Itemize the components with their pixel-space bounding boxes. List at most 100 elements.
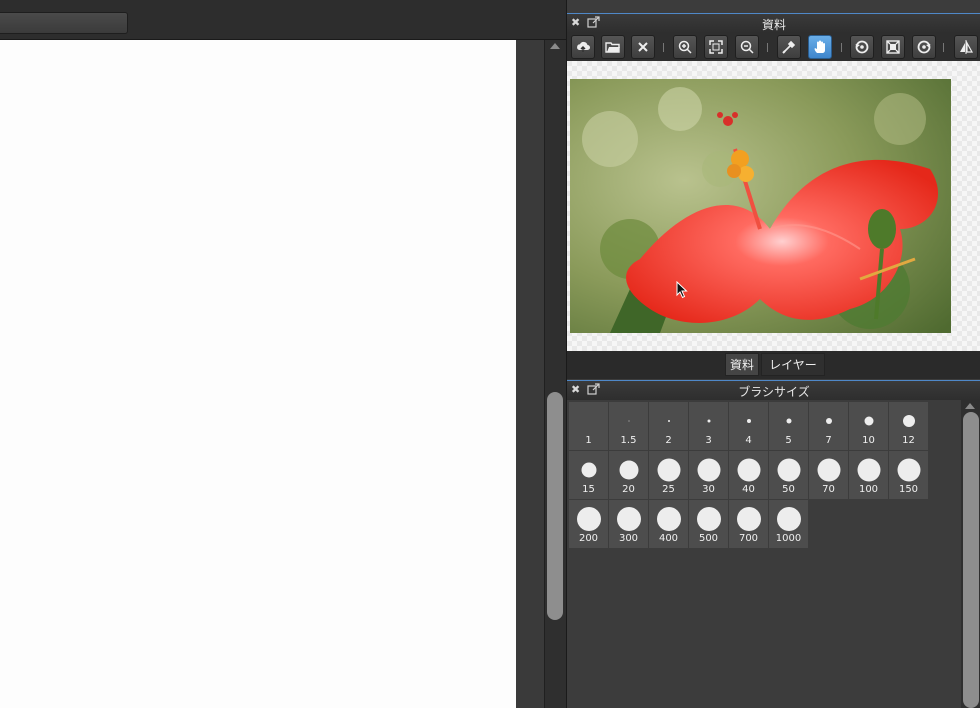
reference-image-viewer[interactable] bbox=[567, 61, 980, 351]
brush-size-15[interactable]: 15 bbox=[569, 451, 608, 499]
brush-size-50[interactable]: 50 bbox=[769, 451, 808, 499]
reference-panel-title: 資料 bbox=[761, 18, 786, 32]
brush-preview-dot bbox=[657, 458, 680, 482]
brush-size-label: 50 bbox=[782, 484, 795, 495]
brush-size-40[interactable]: 40 bbox=[729, 451, 768, 499]
brush-preview-dot bbox=[736, 507, 761, 531]
brush-preview-dot bbox=[864, 416, 873, 426]
brush-size-label: 1000 bbox=[775, 533, 802, 544]
folder-open-button[interactable] bbox=[601, 35, 625, 59]
rotate-left-button[interactable] bbox=[850, 35, 874, 59]
brush-preview-dot bbox=[737, 458, 760, 482]
cloud-upload-icon bbox=[577, 41, 590, 52]
brush-size-label: 100 bbox=[858, 484, 879, 495]
tab-layer[interactable]: レイヤー bbox=[761, 353, 825, 376]
brush-size-4[interactable]: 4 bbox=[729, 402, 768, 450]
brush-size-label: 5 bbox=[785, 435, 792, 446]
brush-size-label: 400 bbox=[658, 533, 679, 544]
brush-size-25[interactable]: 25 bbox=[649, 451, 688, 499]
fit-screen-icon bbox=[709, 40, 723, 54]
brush-size-7[interactable]: 7 bbox=[809, 402, 848, 450]
brush-size-label: 1.5 bbox=[620, 435, 637, 446]
zoom-in-button[interactable] bbox=[673, 35, 697, 59]
cloud-upload-button[interactable] bbox=[571, 35, 595, 59]
brush-size-300[interactable]: 300 bbox=[609, 500, 648, 548]
scrollbar-thumb[interactable] bbox=[963, 412, 979, 708]
scroll-up-arrow-icon[interactable] bbox=[965, 403, 975, 409]
brush-size-500[interactable]: 500 bbox=[689, 500, 728, 548]
brush-size-label: 700 bbox=[738, 533, 759, 544]
brush-size-grid: 1 1.5 2 3 4 5 7 10 12 15 20 25 30 40 50 70 100 150 200 300 4… bbox=[567, 400, 961, 708]
zoom-out-button[interactable] bbox=[735, 35, 759, 59]
hibiscus-photo bbox=[570, 79, 951, 333]
brush-size-label: 200 bbox=[578, 533, 599, 544]
reference-toolbar bbox=[567, 33, 980, 61]
brush-size-label: 25 bbox=[662, 484, 675, 495]
brush-size-1000[interactable]: 1000 bbox=[769, 500, 808, 548]
brush-size-700[interactable]: 700 bbox=[729, 500, 768, 548]
scrollbar-thumb[interactable] bbox=[547, 392, 563, 620]
brush-size-20[interactable]: 20 bbox=[609, 451, 648, 499]
brush-preview-dot bbox=[857, 458, 880, 482]
brush-preview-dot bbox=[667, 420, 670, 422]
brush-size-panel-title: ブラシサイズ bbox=[738, 385, 810, 399]
fit-screen-button[interactable] bbox=[704, 35, 728, 59]
brush-size-label: 3 bbox=[705, 435, 712, 446]
flip-horizontal-icon bbox=[960, 40, 974, 54]
brush-size-label: 40 bbox=[742, 484, 755, 495]
canvas-area[interactable] bbox=[0, 40, 544, 708]
mouse-pointer-icon bbox=[676, 281, 688, 299]
brush-size-200[interactable]: 200 bbox=[569, 500, 608, 548]
brush-size-1_5[interactable]: 1.5 bbox=[609, 402, 648, 450]
brush-size-100[interactable]: 100 bbox=[849, 451, 888, 499]
brush-preview-dot bbox=[696, 507, 721, 531]
brush-size-400[interactable]: 400 bbox=[649, 500, 688, 548]
hand-pan-icon bbox=[814, 40, 825, 53]
brush-panel-scrollbar[interactable] bbox=[961, 400, 980, 708]
reference-panel-header: ✖ 資料 bbox=[567, 13, 980, 33]
brush-size-label: 500 bbox=[698, 533, 719, 544]
canvas-vertical-scrollbar[interactable] bbox=[544, 40, 566, 708]
brush-size-panel-header: ✖ ブラシサイズ bbox=[567, 380, 980, 400]
zoom-out-icon bbox=[740, 40, 754, 54]
brush-preview-dot bbox=[786, 418, 791, 424]
panel-tab-bar: 資料 レイヤー bbox=[567, 351, 980, 379]
brush-size-70[interactable]: 70 bbox=[809, 451, 848, 499]
brush-size-30[interactable]: 30 bbox=[689, 451, 728, 499]
scroll-up-arrow-icon[interactable] bbox=[550, 43, 560, 49]
brush-size-label: 70 bbox=[822, 484, 835, 495]
brush-size-label: 2 bbox=[665, 435, 672, 446]
brush-size-2[interactable]: 2 bbox=[649, 402, 688, 450]
hand-pan-button[interactable] bbox=[808, 35, 832, 59]
brush-size-label: 1 bbox=[585, 435, 592, 446]
brush-size-label: 12 bbox=[902, 435, 915, 446]
fit-frame-button[interactable] bbox=[881, 35, 905, 59]
brush-size-1[interactable]: 1 bbox=[569, 402, 608, 450]
brush-size-5[interactable]: 5 bbox=[769, 402, 808, 450]
brush-size-label: 15 bbox=[582, 484, 595, 495]
brush-preview-dot bbox=[777, 458, 800, 482]
brush-preview-dot bbox=[619, 460, 638, 480]
brush-preview-dot bbox=[825, 418, 832, 424]
canvas-document-tab[interactable] bbox=[0, 12, 128, 34]
rotate-right-button[interactable] bbox=[912, 35, 936, 59]
tab-material[interactable]: 資料 bbox=[725, 353, 759, 376]
brush-preview-dot bbox=[817, 458, 840, 482]
brush-size-label: 4 bbox=[745, 435, 752, 446]
brush-size-150[interactable]: 150 bbox=[889, 451, 928, 499]
drawing-paper[interactable] bbox=[0, 40, 516, 708]
brush-preview-dot bbox=[616, 507, 641, 531]
brush-size-label: 150 bbox=[898, 484, 919, 495]
brush-size-12[interactable]: 12 bbox=[889, 402, 928, 450]
toolbar-separator bbox=[841, 43, 842, 52]
brush-preview-dot bbox=[776, 507, 801, 531]
brush-size-3[interactable]: 3 bbox=[689, 402, 728, 450]
rotate-right-icon bbox=[917, 40, 931, 54]
close-button[interactable] bbox=[631, 35, 655, 59]
brush-size-label: 10 bbox=[862, 435, 875, 446]
right-panel-dock: ✖ 資料 資料 レイヤー ✖ ブラシサイズ 1 1.5 2 3 4 5 7 10… bbox=[566, 0, 980, 708]
brush-size-10[interactable]: 10 bbox=[849, 402, 888, 450]
eyedropper-button[interactable] bbox=[777, 35, 801, 59]
brush-preview-dot bbox=[897, 458, 920, 482]
flip-horizontal-button[interactable] bbox=[954, 35, 978, 59]
